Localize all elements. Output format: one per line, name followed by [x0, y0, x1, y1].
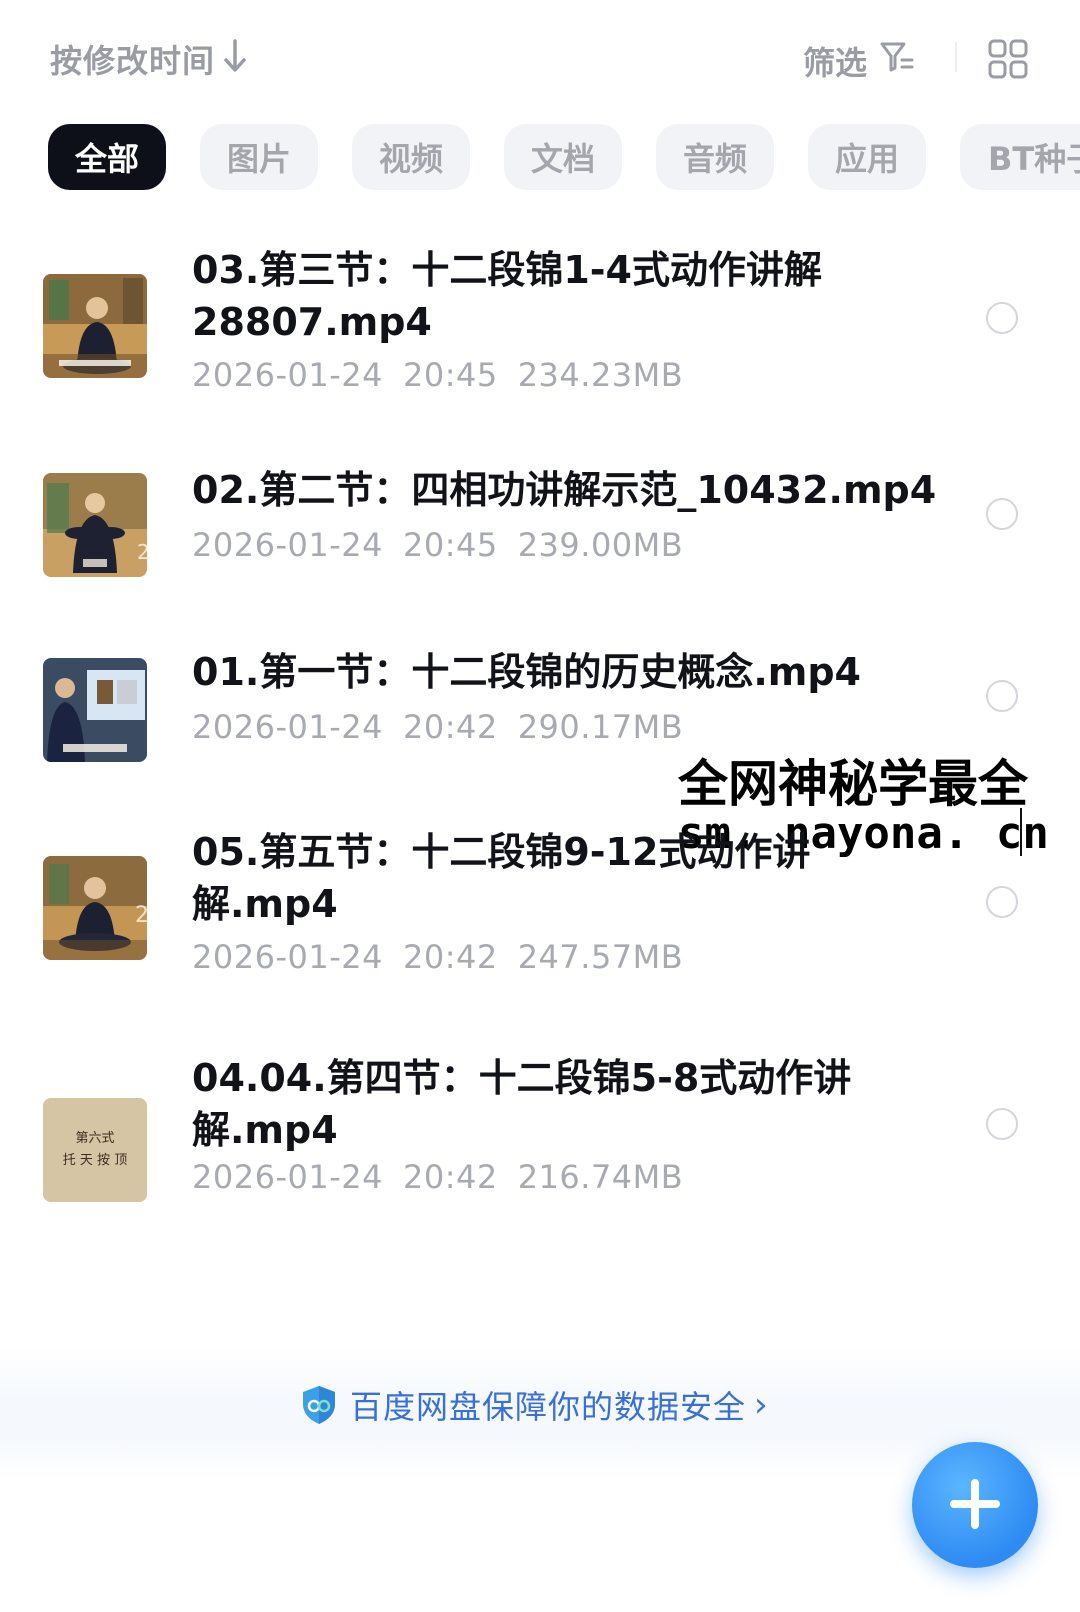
file-meta: 2026-01-24 20:42 247.57MB	[192, 938, 703, 976]
file-time: 20:42	[402, 938, 498, 976]
file-date: 2026-01-24	[192, 938, 383, 976]
file-meta: 2026-01-24 20:42 216.74MB	[192, 1158, 703, 1196]
tab-bt-torrents[interactable]: BT种子	[960, 124, 1080, 190]
tab-audio[interactable]: 音频	[656, 124, 774, 190]
svg-text:2: 2	[135, 903, 147, 928]
select-radio[interactable]	[986, 680, 1018, 712]
file-size: 234.23MB	[517, 356, 684, 394]
file-name: 03.第三节：十二段锦1-4式动作讲解28807.mp4	[192, 248, 822, 344]
file-size: 247.57MB	[517, 938, 684, 976]
file-date: 2026-01-24	[192, 526, 383, 564]
tab-documents[interactable]: 文档	[504, 124, 622, 190]
chevron-right-icon: ›	[754, 1385, 768, 1425]
file-name: 04.04.第四节：十二段锦5-8式动作讲解.mp4	[192, 1056, 852, 1152]
toolbar-divider	[955, 42, 957, 72]
file-row[interactable]: 2 02.第二节：四相功讲解示范_10432.mp4 2026-01-24 20:…	[0, 464, 1080, 594]
file-row[interactable]: 2 05.第五节：十二段锦9-12式动作讲解.mp4 2026-01-24 20:…	[0, 826, 1080, 1006]
file-size: 290.17MB	[517, 708, 684, 746]
filter-button[interactable]: 筛选	[803, 38, 867, 84]
watermark-line-1: 全网神秘学最全	[678, 755, 1028, 813]
svg-text:2: 2	[137, 540, 147, 564]
video-thumbnail: 2	[43, 473, 147, 577]
filter-icon[interactable]	[879, 40, 915, 74]
thumbnail-caption: 第六式	[75, 1131, 114, 1146]
file-date: 2026-01-24	[192, 708, 383, 746]
tab-images[interactable]: 图片	[200, 124, 318, 190]
file-name: 01.第一节：十二段锦的历史概念.mp4	[192, 650, 861, 694]
file-time: 20:45	[402, 526, 498, 564]
file-time: 20:45	[402, 356, 498, 394]
select-radio[interactable]	[986, 498, 1018, 530]
tab-apps[interactable]: 应用	[808, 124, 926, 190]
select-radio[interactable]	[986, 302, 1018, 334]
grid-view-icon[interactable]	[987, 38, 1029, 80]
category-tabs: 全部 图片 视频 文档 音频 应用 BT种子	[0, 124, 1080, 192]
file-date: 2026-01-24	[192, 1158, 383, 1196]
select-radio[interactable]	[986, 1108, 1018, 1140]
file-meta: 2026-01-24 20:42 290.17MB	[192, 708, 703, 746]
add-button[interactable]	[912, 1442, 1038, 1568]
sort-filter-bar: 按修改时间 筛选	[0, 0, 1080, 118]
tab-videos[interactable]: 视频	[352, 124, 470, 190]
file-name: 05.第五节：十二段锦9-12式动作讲解.mp4	[192, 830, 811, 926]
thumbnail-caption: 托 天 按 顶	[63, 1153, 127, 1168]
tab-all[interactable]: 全部	[48, 124, 166, 190]
file-meta: 2026-01-24 20:45 234.23MB	[192, 356, 703, 394]
file-row[interactable]: 第六式 托 天 按 顶 04.04.第四节：十二段锦5-8式动作讲解.mp4 2…	[0, 1052, 1080, 1232]
arrow-down-icon[interactable]	[222, 38, 248, 74]
file-date: 2026-01-24	[192, 356, 383, 394]
select-radio[interactable]	[986, 886, 1018, 918]
video-thumbnail: 2	[43, 856, 147, 960]
security-text: 百度网盘保障你的数据安全	[350, 1388, 747, 1426]
file-list-screen: 按修改时间 筛选 全部 图片 视频 文档 音频 应用 BT种子	[0, 0, 1080, 1612]
file-size: 239.00MB	[517, 526, 684, 564]
file-name: 02.第二节：四相功讲解示范_10432.mp4	[192, 468, 937, 512]
file-time: 20:42	[402, 708, 498, 746]
video-thumbnail: 第六式 托 天 按 顶	[43, 1098, 147, 1202]
sort-by-modified-time[interactable]: 按修改时间	[50, 36, 215, 82]
file-size: 216.74MB	[517, 1158, 684, 1196]
shield-icon	[303, 1386, 335, 1424]
file-row[interactable]: 03.第三节：十二段锦1-4式动作讲解28807.mp4 2026-01-24 2…	[0, 244, 1080, 424]
security-link[interactable]: 百度网盘保障你的数据安全 ›	[300, 1382, 768, 1428]
file-time: 20:42	[402, 1158, 498, 1196]
video-thumbnail	[43, 658, 147, 762]
video-thumbnail	[43, 274, 147, 378]
file-meta: 2026-01-24 20:45 239.00MB	[192, 526, 703, 564]
